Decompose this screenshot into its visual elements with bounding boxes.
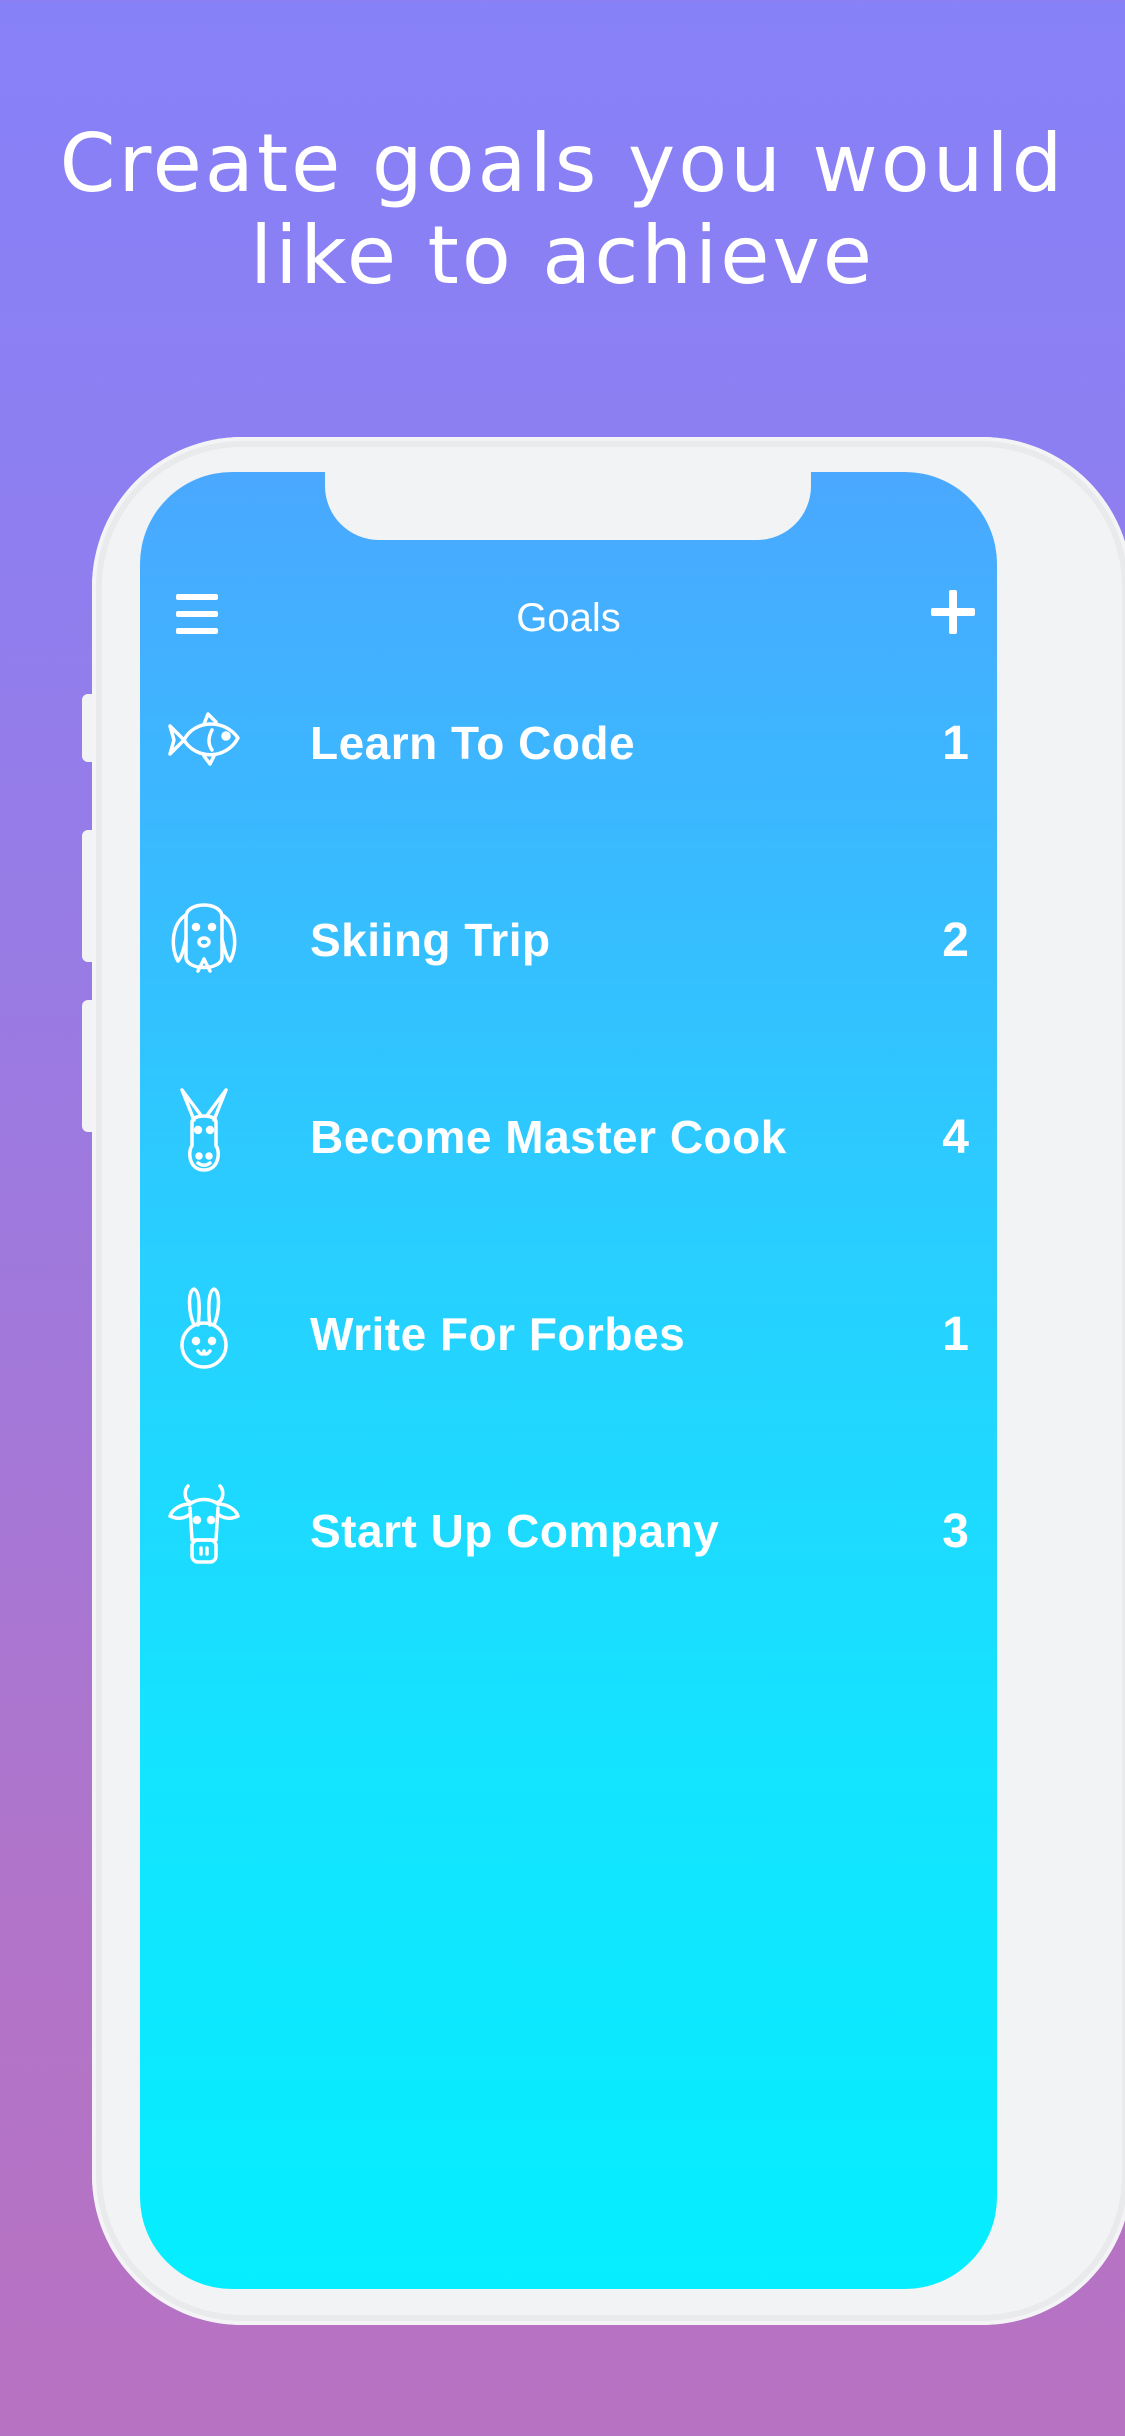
goal-row[interactable]: Learn To Code 1 — [140, 690, 997, 887]
goal-row[interactable]: Start Up Company 3 — [140, 1478, 997, 1675]
nav-bar: Goals — [140, 572, 997, 672]
goal-count: 3 — [942, 1505, 969, 1558]
page-title: Goals — [516, 596, 621, 640]
phone-screen: Goals Learn To Code 1 Skiing Trip 2 Beco… — [140, 472, 997, 2289]
goal-count: 4 — [942, 1111, 969, 1164]
goal-row[interactable]: Write For Forbes 1 — [140, 1281, 997, 1478]
promo-headline: Create goals you would like to achieve — [0, 118, 1125, 302]
add-goal-plus-icon[interactable] — [931, 590, 975, 634]
goal-row[interactable]: Become Master Cook 4 — [140, 1084, 997, 1281]
goal-row[interactable]: Skiing Trip 2 — [140, 887, 997, 1084]
dog-icon — [164, 887, 244, 987]
promo-headline-line-2: like to achieve — [249, 209, 876, 302]
promo-headline-line-1: Create goals you would — [59, 117, 1066, 210]
donkey-icon — [164, 1084, 244, 1184]
goal-list: Learn To Code 1 Skiing Trip 2 Become Mas… — [140, 690, 997, 1675]
rabbit-icon — [164, 1281, 244, 1381]
goal-count: 1 — [942, 1308, 969, 1361]
phone-notch — [325, 472, 811, 540]
fish-icon — [164, 690, 244, 790]
goal-title: Learn To Code — [310, 717, 636, 769]
goal-count: 2 — [942, 914, 969, 967]
goal-title: Start Up Company — [310, 1505, 720, 1557]
goal-title: Skiing Trip — [310, 914, 551, 966]
cow-icon — [164, 1478, 244, 1578]
goal-count: 1 — [942, 717, 969, 770]
goal-title: Write For Forbes — [310, 1308, 686, 1360]
goal-title: Become Master Cook — [310, 1111, 787, 1163]
